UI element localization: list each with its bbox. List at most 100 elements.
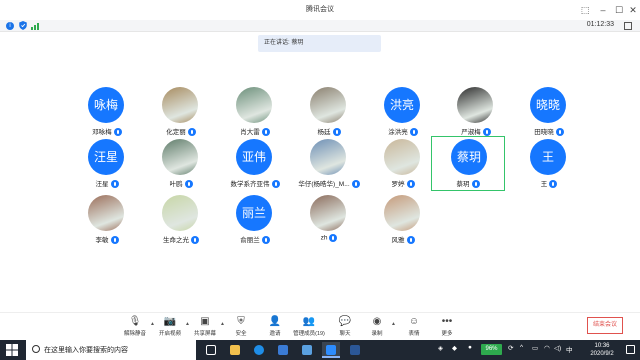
mic-muted-icon [261, 128, 270, 137]
participant-grid: 咏梅 邓咏梅 化定丽 肖大雷 杨廷 洪亮 涂洪亮 严淑梅 晓晓 田晓晓汪星 汪星 叶鸥 亚伟数学系齐亚伟… [0, 0, 640, 300]
tray-app-icon-2[interactable]: ◆ [452, 344, 457, 352]
participant-tile[interactable]: 丽兰 俞丽兰 [216, 193, 294, 247]
tray-app-icon-3[interactable]: ● [468, 344, 472, 351]
participant-tile[interactable]: 亚伟 数学系齐亚伟 [216, 137, 294, 191]
chat-button[interactable]: 💬 聊天 [328, 316, 362, 340]
participant-name: 华仔(杨晧华)_M... [290, 178, 368, 189]
mic-muted-icon [549, 180, 558, 189]
participant-avatar [457, 87, 493, 123]
record-options-caret[interactable]: ▲ [391, 321, 396, 327]
participant-name-text: 蔡玥 [456, 181, 470, 188]
smile-icon: ☺ [408, 316, 420, 327]
task-view-icon[interactable] [202, 342, 220, 358]
ime-indicator[interactable]: 中 [566, 344, 573, 354]
participant-name-text: 王 [540, 181, 548, 188]
participant-name: 肖大雷 [216, 126, 294, 137]
participant-tile[interactable]: 蔡玥 蔡玥 [431, 136, 505, 191]
members-button[interactable]: 👥 管理成员(19) [292, 316, 326, 340]
participant-name: 生命之光 [142, 234, 220, 245]
participant-name-text: 杨廷 [317, 129, 331, 136]
tencent-meeting-taskbar-icon[interactable] [322, 342, 340, 358]
video-off-icon: 📷 [163, 316, 177, 327]
file-explorer-icon[interactable] [226, 342, 244, 358]
security-icon: ⛨ [237, 316, 245, 327]
participant-tile[interactable]: 晓晓 田晓晓 [510, 85, 588, 139]
mic-muted-icon [113, 128, 122, 137]
participant-tile[interactable]: 杨廷 [290, 85, 368, 139]
participant-name-text: 涂洪亮 [388, 129, 408, 136]
os-taskbar: 在这里输入你要搜索的内容 ◈ ◆ ● 96% ⟳ ^ ▭ ◠ ◁) 中 10:3… [0, 340, 640, 360]
reactions-button[interactable]: ☺ 表情 [397, 316, 431, 340]
participant-name-text: 邓咏梅 [92, 129, 112, 136]
store-icon[interactable] [274, 342, 292, 358]
mic-muted-icon [187, 128, 196, 137]
battery-icon[interactable]: ▭ [532, 344, 538, 352]
participant-avatar [384, 195, 420, 231]
meeting-toolbar: 🎙 解除静音 ▲ 📷 开启视频 ▲ ▣ 共享屏幕 ▲ ⛨ 安全 👤 邀请 👥 管… [0, 312, 640, 340]
windows-start-icon[interactable] [6, 344, 18, 356]
participant-tile[interactable]: 王王 [510, 137, 588, 191]
participant-tile[interactable]: 严淑梅 [437, 85, 515, 139]
participant-avatar [310, 87, 346, 123]
participant-avatar [162, 139, 198, 175]
invite-button[interactable]: 👤 邀请 [258, 316, 292, 340]
tray-app-icon[interactable]: ◈ [438, 344, 443, 352]
participant-name: 邓咏梅 [68, 126, 146, 137]
participant-name-text: 风雅 [391, 237, 405, 244]
participant-tile[interactable]: 肖大雷 [216, 85, 294, 139]
participant-name-text: 俞丽兰 [240, 237, 260, 244]
record-button[interactable]: ◉ 录制 [360, 316, 394, 340]
security-button[interactable]: ⛨ 安全 [224, 316, 258, 340]
participant-tile[interactable]: zh [290, 193, 368, 247]
participant-avatar: 王 [530, 139, 566, 175]
participant-tile[interactable]: 汪星 汪星 [68, 137, 146, 191]
battery-indicator[interactable]: 96% [481, 344, 502, 355]
participant-tile[interactable]: 叶鸥 [142, 137, 220, 191]
participant-name: 数学系齐亚伟 [216, 178, 294, 189]
more-icon: ••• [441, 316, 453, 327]
volume-icon[interactable]: ◁) [554, 344, 561, 352]
participant-name-text: 汪星 [95, 181, 109, 188]
mute-button[interactable]: 🎙 解除静音 [118, 316, 152, 340]
mic-muted-icon [271, 180, 280, 189]
end-meeting-button[interactable]: 结束会议 [587, 317, 623, 334]
tray-chevron-icon[interactable]: ^ [520, 344, 523, 351]
participant-name-text: 华仔(杨晧华)_M... [298, 181, 350, 188]
participant-tile[interactable]: 化定丽 [142, 85, 220, 139]
edge-browser-icon[interactable] [250, 342, 268, 358]
tray-sync-icon[interactable]: ⟳ [508, 344, 513, 352]
participant-tile[interactable]: 风雅 [364, 193, 442, 247]
mic-muted-icon [351, 180, 360, 189]
participant-tile[interactable]: 洪亮 涂洪亮 [364, 85, 442, 139]
participant-tile[interactable]: 咏梅 邓咏梅 [68, 85, 146, 139]
participant-tile[interactable]: 华仔(杨晧华)_M... [290, 137, 368, 191]
participant-avatar: 亚伟 [236, 139, 272, 175]
search-icon [32, 345, 40, 353]
notification-icon[interactable] [626, 345, 635, 354]
video-button[interactable]: 📷 开启视频 [153, 316, 187, 340]
participant-name: zh [290, 234, 368, 242]
wifi-icon[interactable]: ◠ [544, 344, 550, 352]
participant-name: 俞丽兰 [216, 234, 294, 245]
participant-avatar [162, 195, 198, 231]
participant-name-text: 李敏 [95, 237, 109, 244]
more-button[interactable]: ••• 更多 [430, 316, 464, 340]
mic-muted-icon [409, 128, 418, 137]
share-screen-button[interactable]: ▣ 共享屏幕 [188, 316, 222, 340]
word-icon[interactable] [346, 342, 364, 358]
participant-name: 化定丽 [142, 126, 220, 137]
participant-tile[interactable]: 李敏 [68, 193, 146, 247]
participant-name: 涂洪亮 [364, 126, 442, 137]
mic-muted-icon [191, 236, 199, 245]
participant-name-text: 生命之光 [163, 237, 189, 244]
photos-icon[interactable] [298, 342, 316, 358]
mic-muted-icon [406, 236, 415, 245]
taskbar-clock[interactable]: 10:36 2020/9/2 [582, 342, 622, 358]
taskbar-search-input[interactable]: 在这里输入你要搜索的内容 [26, 340, 196, 360]
members-icon: 👥 [302, 316, 316, 327]
participant-tile[interactable]: 生命之光 [142, 193, 220, 247]
participant-avatar [236, 87, 272, 123]
participant-avatar [88, 195, 124, 231]
participant-name: 严淑梅 [437, 126, 515, 137]
mic-off-icon: 🎙 [128, 316, 142, 327]
